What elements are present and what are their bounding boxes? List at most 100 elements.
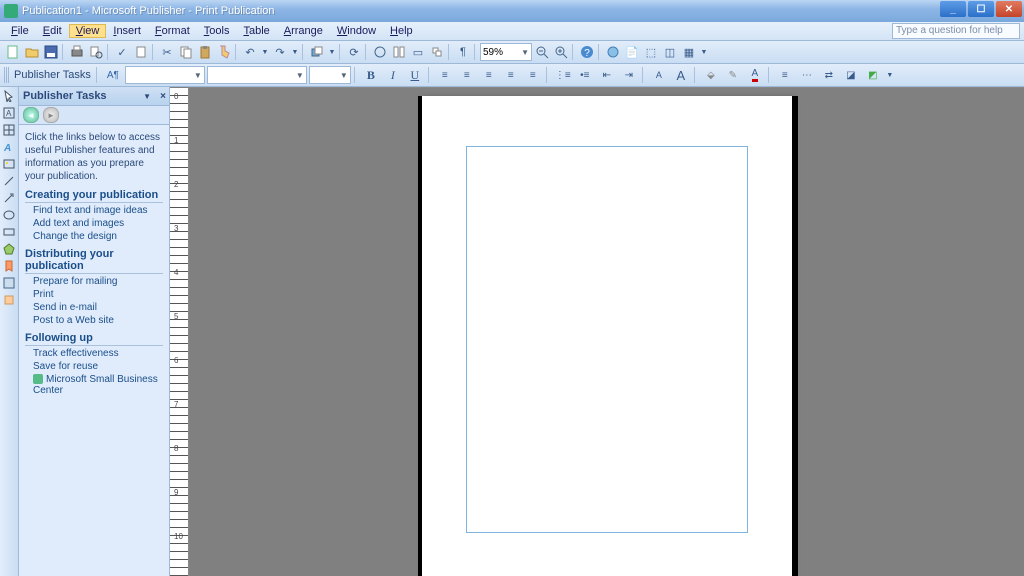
toolbar-grip-icon[interactable]: [4, 67, 10, 83]
3d-icon[interactable]: ◩: [863, 66, 883, 84]
free-rotate-icon[interactable]: ⟳: [345, 43, 363, 61]
format-painter-icon[interactable]: [215, 43, 233, 61]
menu-window[interactable]: Window: [330, 24, 383, 38]
publisher-tasks-label[interactable]: Publisher Tasks: [12, 69, 93, 81]
text-box-icon[interactable]: A: [2, 106, 16, 120]
zoom-out-icon[interactable]: ▭: [409, 43, 427, 61]
italic-button[interactable]: I: [383, 66, 403, 84]
menu-file[interactable]: File: [4, 24, 36, 38]
bring-forward-icon[interactable]: [308, 43, 326, 61]
hotspot-icon[interactable]: ◫: [661, 43, 679, 61]
menu-view[interactable]: View: [69, 24, 107, 38]
task-link[interactable]: Change the design: [33, 231, 163, 242]
undo-icon[interactable]: ↶: [241, 43, 259, 61]
cut-icon[interactable]: ✂: [158, 43, 176, 61]
maximize-button[interactable]: ☐: [968, 1, 994, 17]
justify-icon[interactable]: ≡: [501, 66, 521, 84]
redo-icon[interactable]: ↷: [271, 43, 289, 61]
task-pane-back-icon[interactable]: ◄: [23, 107, 39, 123]
vertical-ruler[interactable]: 012345678910: [170, 88, 189, 576]
zoom-out-button-icon[interactable]: [533, 43, 551, 61]
task-pane-forward-icon[interactable]: ►: [43, 107, 59, 123]
task-link[interactable]: Find text and image ideas: [33, 205, 163, 216]
picture-frame-icon[interactable]: [2, 157, 16, 171]
distribute-icon[interactable]: ≡: [523, 66, 543, 84]
spell-check-icon[interactable]: ✓: [113, 43, 131, 61]
columns-icon[interactable]: [390, 43, 408, 61]
form-icon[interactable]: ▦: [680, 43, 698, 61]
options-dropdown-icon[interactable]: ▼: [699, 43, 709, 61]
undo-dropdown-icon[interactable]: ▼: [260, 43, 270, 61]
menu-format[interactable]: Format: [148, 24, 197, 38]
line-color-icon[interactable]: ✎: [723, 66, 743, 84]
menu-arrange[interactable]: Arrange: [277, 24, 330, 38]
menu-insert[interactable]: Insert: [106, 24, 148, 38]
new-icon[interactable]: [4, 43, 22, 61]
increase-font-icon[interactable]: A: [671, 66, 691, 84]
print-icon[interactable]: [68, 43, 86, 61]
align-left-icon[interactable]: ≡: [435, 66, 455, 84]
research-icon[interactable]: [132, 43, 150, 61]
task-pane-dropdown-icon[interactable]: ▼: [143, 92, 151, 101]
task-link[interactable]: Prepare for mailing: [33, 276, 163, 287]
decrease-font-icon[interactable]: A: [649, 66, 669, 84]
menu-edit[interactable]: Edit: [36, 24, 69, 38]
align-center-icon[interactable]: ≡: [457, 66, 477, 84]
increase-indent-icon[interactable]: ⇥: [619, 66, 639, 84]
menu-tools[interactable]: Tools: [197, 24, 237, 38]
minimize-button[interactable]: _: [940, 1, 966, 17]
hyperlink-icon[interactable]: [604, 43, 622, 61]
zoom-in-button-icon[interactable]: [552, 43, 570, 61]
task-link[interactable]: Send in e-mail: [33, 302, 163, 313]
oval-tool-icon[interactable]: [2, 208, 16, 222]
task-link[interactable]: Track effectiveness: [33, 348, 163, 359]
bulleted-list-icon[interactable]: •≡: [575, 66, 595, 84]
numbered-list-icon[interactable]: ⋮≡: [553, 66, 573, 84]
styles-button-icon[interactable]: A¶: [103, 66, 123, 84]
item-content-icon[interactable]: [2, 293, 16, 307]
paragraph-icon[interactable]: ¶: [454, 43, 472, 61]
bold-button[interactable]: B: [361, 66, 381, 84]
zoom-page-icon[interactable]: [428, 43, 446, 61]
special-characters-icon[interactable]: [371, 43, 389, 61]
line-style-icon[interactable]: ≡: [775, 66, 795, 84]
help-search-input[interactable]: Type a question for help: [892, 23, 1020, 39]
web-preview-icon[interactable]: 📄: [623, 43, 641, 61]
align-right-icon[interactable]: ≡: [479, 66, 499, 84]
design-gallery-icon[interactable]: [2, 276, 16, 290]
save-icon[interactable]: [42, 43, 60, 61]
font-color-icon[interactable]: A: [745, 66, 765, 84]
insert-table-icon[interactable]: [2, 123, 16, 137]
arrow-tool-icon[interactable]: [2, 191, 16, 205]
font-size-combo[interactable]: ▼: [309, 66, 351, 84]
print-preview-icon[interactable]: [87, 43, 105, 61]
dash-style-icon[interactable]: ⋯: [797, 66, 817, 84]
task-link[interactable]: Microsoft Small Business Center: [33, 374, 163, 396]
task-pane-close-icon[interactable]: ×: [160, 91, 166, 102]
page[interactable]: [422, 96, 792, 576]
autoshapes-icon[interactable]: [2, 242, 16, 256]
decrease-indent-icon[interactable]: ⇤: [597, 66, 617, 84]
task-link[interactable]: Print: [33, 289, 163, 300]
style-combo[interactable]: ▼: [125, 66, 205, 84]
line-tool-icon[interactable]: [2, 174, 16, 188]
font-combo[interactable]: ▼: [207, 66, 307, 84]
fill-color-icon[interactable]: ⬙: [701, 66, 721, 84]
bookmark-icon[interactable]: [2, 259, 16, 273]
copy-icon[interactable]: [177, 43, 195, 61]
send-backward-icon[interactable]: ▼: [327, 43, 337, 61]
close-button[interactable]: ✕: [996, 1, 1022, 17]
open-icon[interactable]: [23, 43, 41, 61]
page-workspace[interactable]: [189, 88, 1024, 576]
task-link[interactable]: Save for reuse: [33, 361, 163, 372]
menu-table[interactable]: Table: [236, 24, 276, 38]
wordart-icon[interactable]: A: [2, 140, 16, 154]
task-link[interactable]: Post to a Web site: [33, 315, 163, 326]
shadow-icon[interactable]: ◪: [841, 66, 861, 84]
arrow-style-icon[interactable]: ⇄: [819, 66, 839, 84]
zoom-combo[interactable]: 59%▼: [480, 43, 532, 61]
end-dropdown-icon[interactable]: ▼: [885, 66, 895, 84]
menu-help[interactable]: Help: [383, 24, 420, 38]
paste-icon[interactable]: [196, 43, 214, 61]
select-tool-icon[interactable]: [2, 89, 16, 103]
